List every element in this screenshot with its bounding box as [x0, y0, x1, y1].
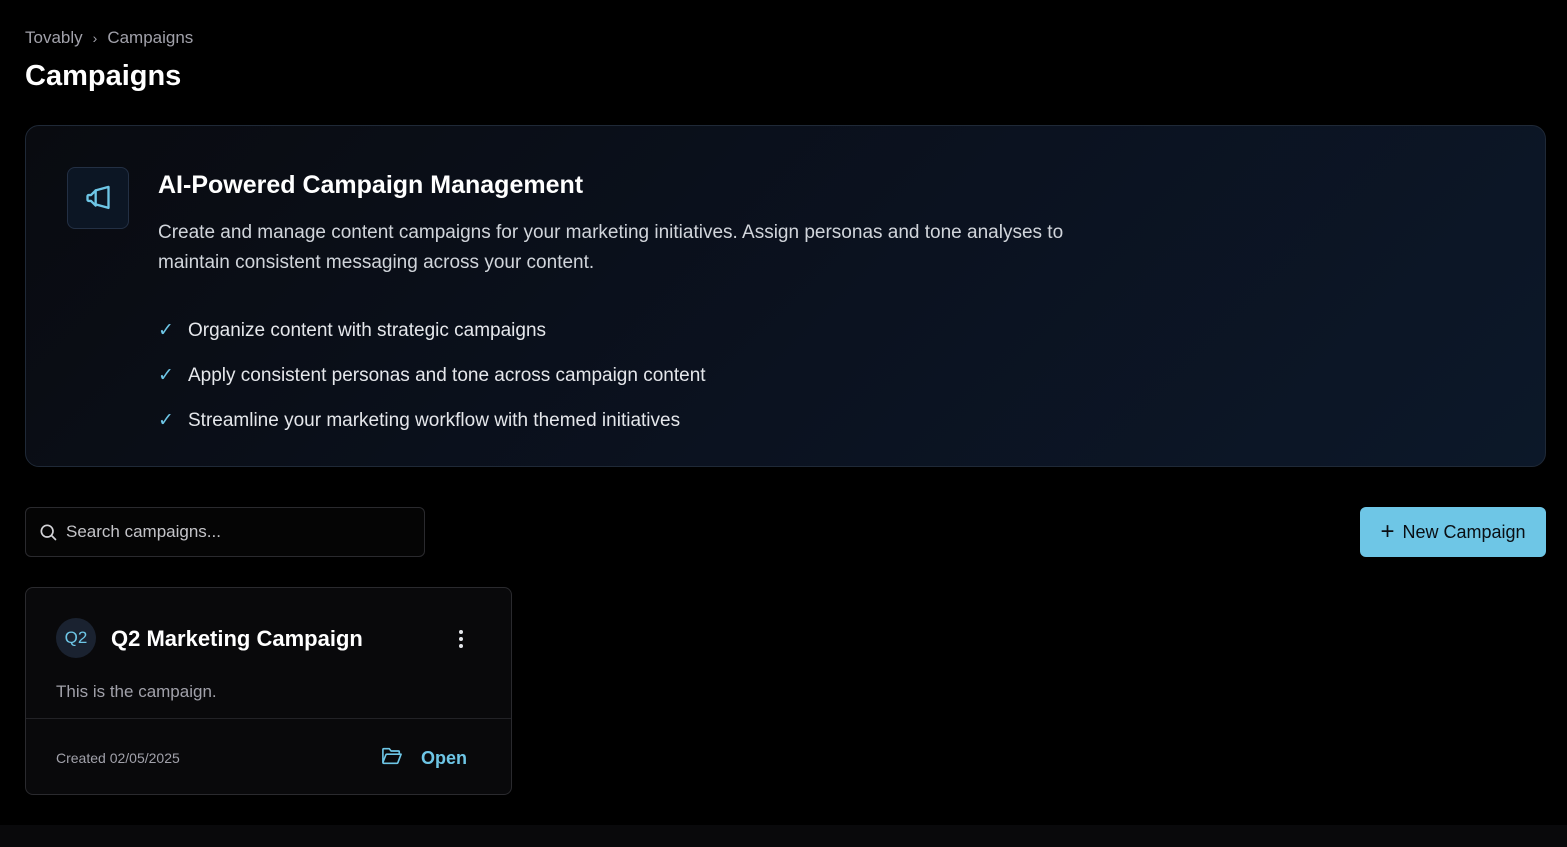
campaign-created-date: Created 02/05/2025 — [56, 750, 180, 766]
breadcrumb-root-link[interactable]: Tovably — [25, 28, 83, 48]
feature-item: ✓ Organize content with strategic campai… — [158, 308, 706, 353]
campaigns-page: Tovably › Campaigns Campaigns AI-Powered… — [0, 0, 1567, 847]
intro-banner: AI-Powered Campaign Management Create an… — [25, 125, 1546, 467]
more-options-icon[interactable] — [450, 626, 472, 652]
open-campaign-button[interactable]: Open — [381, 744, 467, 772]
open-label: Open — [421, 747, 468, 768]
new-campaign-button[interactable]: + New Campaign — [1360, 507, 1546, 557]
campaign-card[interactable]: Q2 Q2 Marketing Campaign This is the cam… — [25, 587, 512, 795]
search-input[interactable] — [66, 508, 424, 556]
feature-text: Streamline your marketing workflow with … — [188, 409, 681, 431]
bottom-bar — [0, 825, 1567, 847]
feature-list: ✓ Organize content with strategic campai… — [158, 308, 706, 443]
breadcrumb-separator: › — [92, 30, 98, 46]
breadcrumb: Tovably › Campaigns — [25, 28, 193, 48]
page-title: Campaigns — [25, 60, 182, 92]
campaign-title: Q2 Marketing Campaign — [111, 626, 363, 651]
new-campaign-label: New Campaign — [1402, 521, 1526, 542]
breadcrumb-current: Campaigns — [107, 28, 194, 47]
campaign-description: This is the campaign. — [56, 682, 217, 701]
check-icon: ✓ — [158, 320, 174, 341]
check-icon: ✓ — [158, 410, 174, 431]
banner-title: AI-Powered Campaign Management — [158, 171, 584, 199]
banner-description: Create and manage content campaigns for … — [158, 222, 1064, 273]
search-box — [25, 507, 425, 557]
plus-icon: + — [1380, 518, 1395, 545]
feature-item: ✓ Streamline your marketing workflow wit… — [158, 398, 706, 443]
megaphone-icon — [67, 167, 129, 229]
search-icon — [26, 522, 66, 542]
feature-text: Apply consistent personas and tone acros… — [188, 364, 706, 386]
feature-item: ✓ Apply consistent personas and tone acr… — [158, 353, 706, 398]
campaign-avatar: Q2 — [56, 618, 96, 658]
card-divider — [26, 718, 511, 719]
folder-open-icon — [381, 746, 403, 771]
feature-text: Organize content with strategic campaign… — [188, 319, 547, 341]
check-icon: ✓ — [158, 365, 174, 386]
